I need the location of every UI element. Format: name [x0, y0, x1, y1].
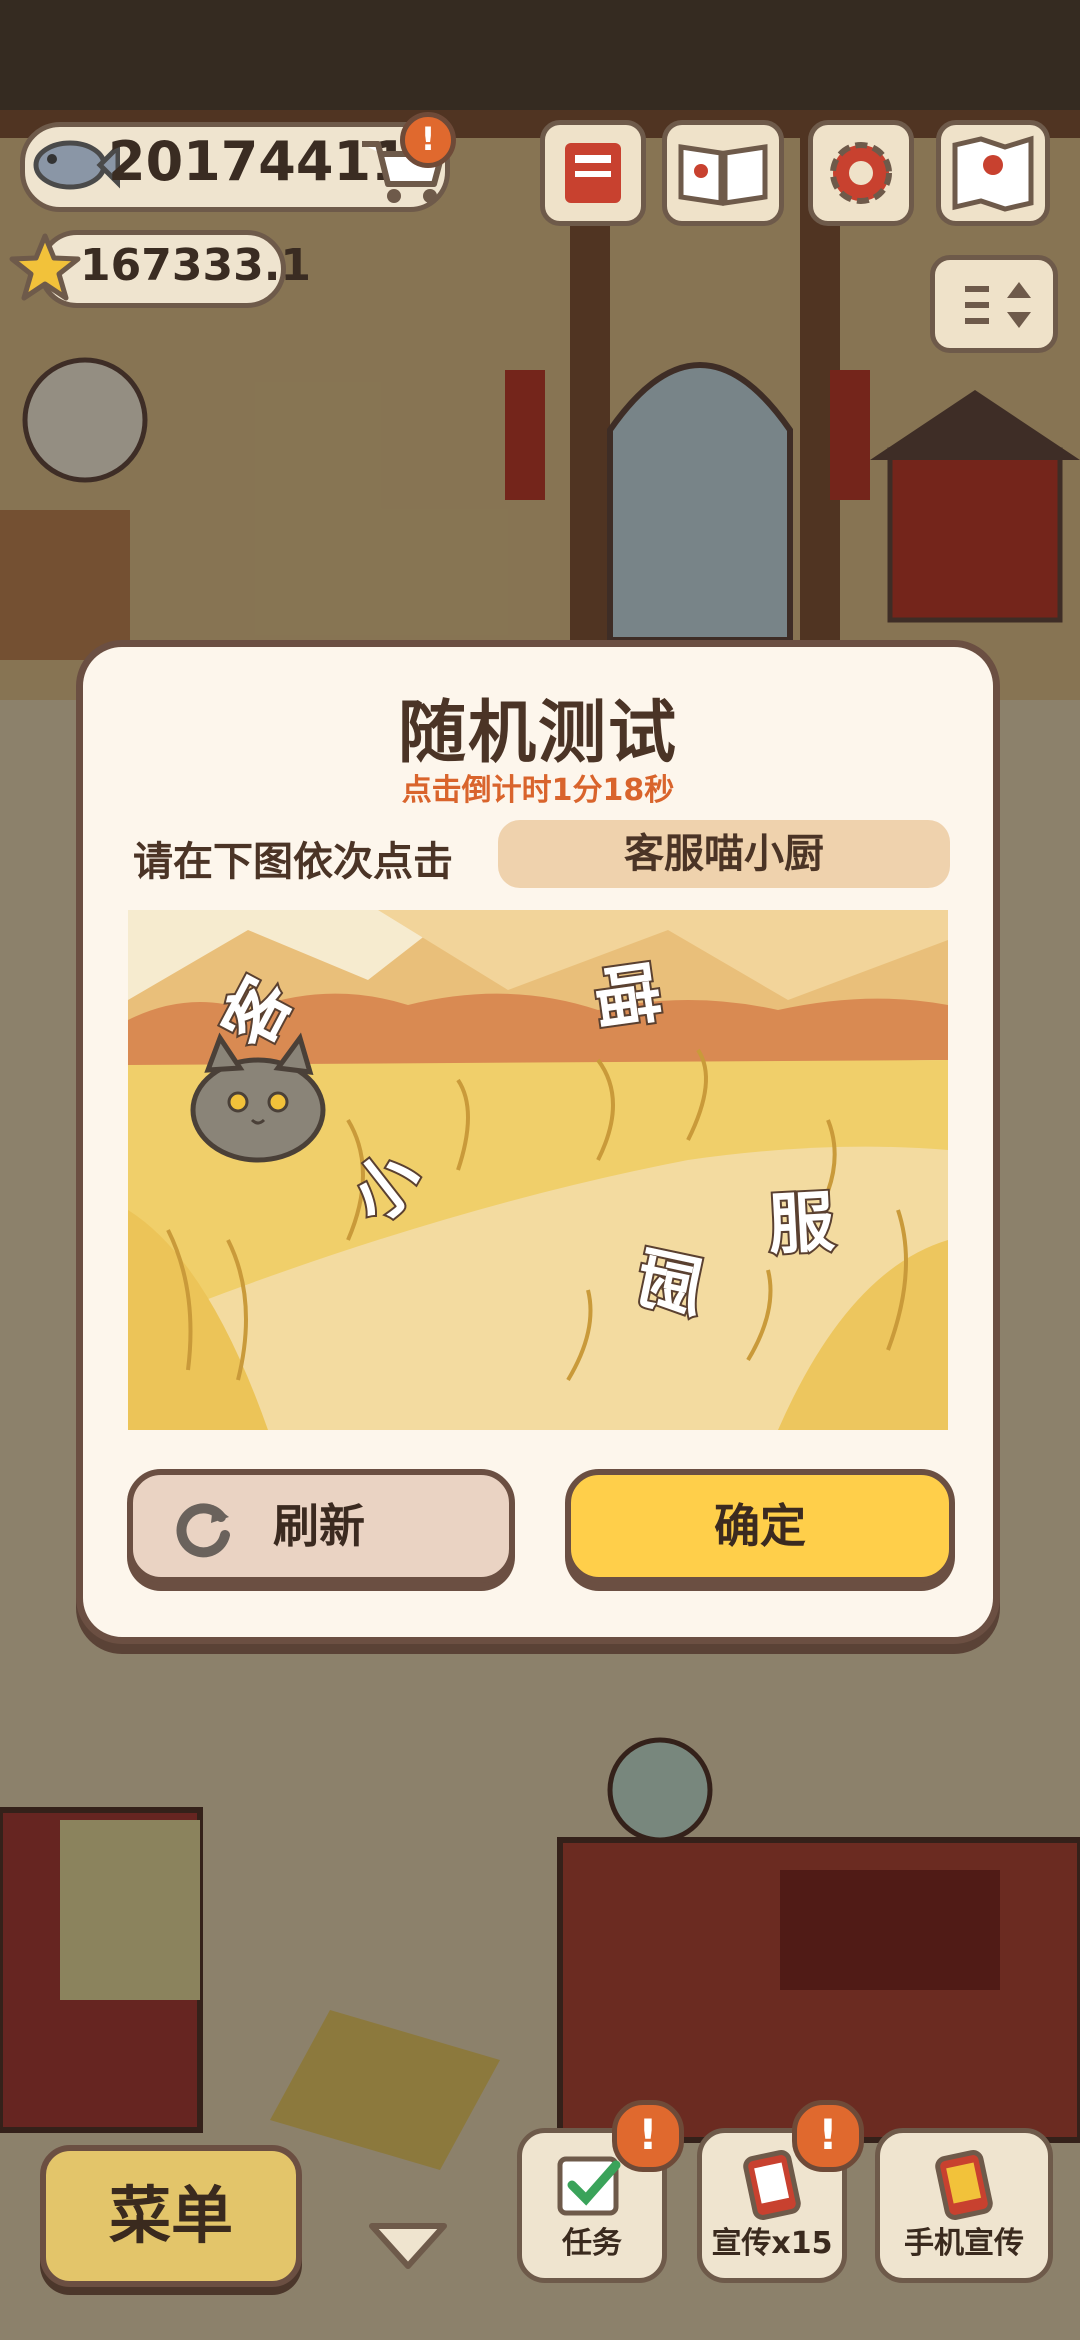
map-icon: [952, 135, 1034, 212]
book-icon: [678, 144, 768, 206]
notebook-button[interactable]: [540, 120, 646, 226]
settings-button[interactable]: [808, 120, 914, 226]
random-test-dialog: 随机测试 点击倒计时1分18秒 请在下图依次点击 客服喵小厨 客 喵 小 服 厨…: [76, 640, 1000, 1644]
promote-alert-badge: !: [792, 2100, 864, 2172]
shop-alert-badge: !: [400, 112, 456, 168]
promote-label: 宣传x15: [711, 2226, 833, 2261]
confirm-label: 确定: [714, 1499, 806, 1553]
gear-icon: [830, 142, 892, 204]
notebook-icon: [565, 143, 621, 203]
chevron-down-icon[interactable]: [366, 2218, 450, 2274]
confirm-button[interactable]: 确定: [565, 1469, 955, 1583]
sort-icon: [965, 282, 1031, 328]
menu-label: 菜单: [108, 2179, 233, 2252]
captcha-char-fu[interactable]: 服: [764, 1168, 838, 1267]
menu-button[interactable]: 菜单: [40, 2145, 302, 2287]
fish-icon: [33, 140, 120, 190]
refresh-icon: [176, 1503, 230, 1558]
captcha-char-miao[interactable]: 喵: [579, 955, 683, 1035]
captcha-image[interactable]: 客 喵 小 服 厨: [128, 910, 948, 1430]
star-icon: [9, 233, 81, 301]
dialog-title: 随机测试: [397, 694, 678, 773]
map-button[interactable]: [936, 120, 1050, 226]
recipe-book-button[interactable]: [662, 120, 784, 226]
task-label: 任务: [562, 2226, 622, 2261]
refresh-button[interactable]: 刷新: [127, 1469, 515, 1583]
refresh-label: 刷新: [273, 1499, 365, 1553]
target-sequence: 客服喵小厨: [498, 820, 950, 888]
task-alert-badge: !: [612, 2100, 684, 2172]
phone-icon: [935, 2150, 993, 2220]
click-order-prompt: 请在下图依次点击: [133, 839, 453, 885]
phone-promote-button[interactable]: 手机宣传: [875, 2128, 1053, 2283]
countdown-timer: 点击倒计时1分18秒: [401, 773, 675, 808]
sort-toggle-button[interactable]: [930, 255, 1058, 353]
star-count: 167333.1: [80, 240, 312, 291]
phone-promote-label: 手机宣传: [904, 2226, 1024, 2261]
